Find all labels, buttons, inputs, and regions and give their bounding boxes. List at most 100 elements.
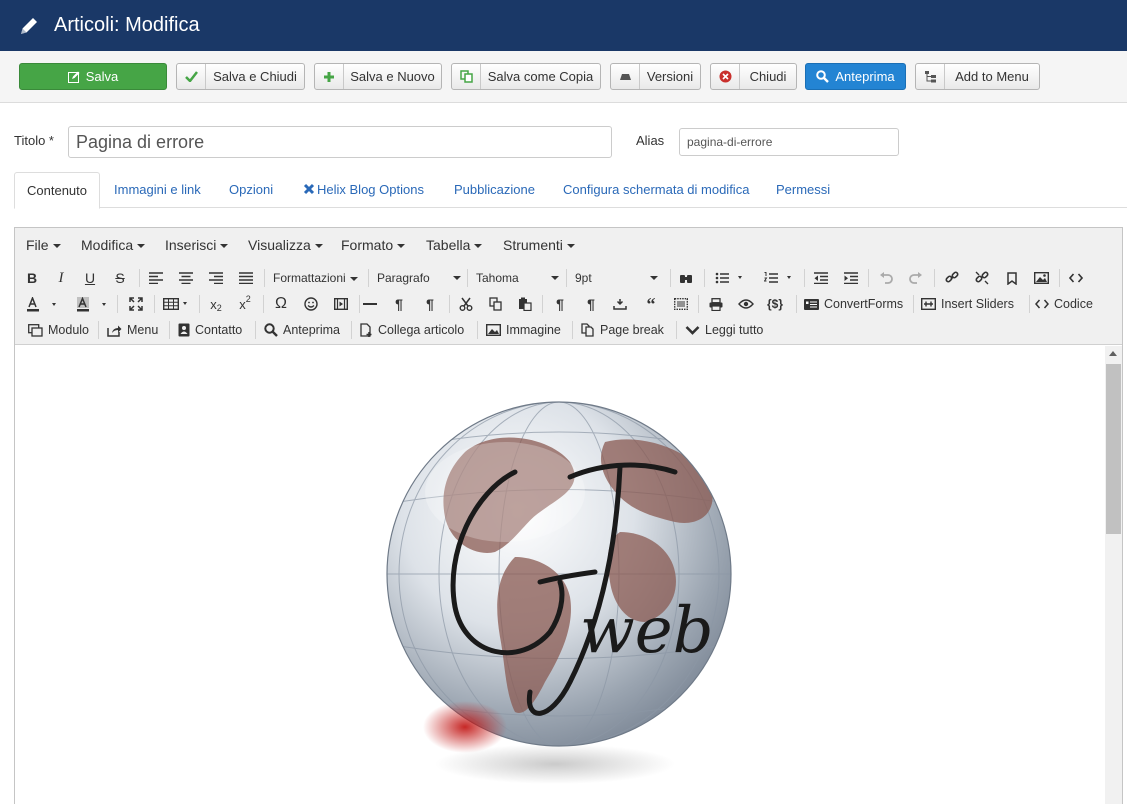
preview-content-button[interactable]: Anteprima bbox=[264, 319, 340, 341]
edit-icon bbox=[67, 71, 80, 83]
scrollbar-thumb[interactable] bbox=[1106, 364, 1121, 534]
save-button[interactable]: Salva bbox=[19, 63, 167, 90]
read-more-button[interactable]: Leggi tutto bbox=[685, 319, 763, 341]
unlink-icon[interactable] bbox=[973, 267, 991, 289]
contact-button[interactable]: Contatto bbox=[178, 319, 242, 341]
menu-view[interactable]: Visualizza bbox=[248, 228, 323, 264]
preview-button[interactable]: Anteprima bbox=[805, 63, 906, 90]
tab-options[interactable]: Opzioni bbox=[229, 172, 273, 208]
special-character-icon[interactable]: Ω bbox=[272, 293, 290, 315]
page-title: Articoli: Modifica bbox=[54, 14, 200, 36]
tab-content[interactable]: Contenuto bbox=[14, 172, 100, 209]
strikethrough-icon[interactable]: S bbox=[111, 267, 129, 289]
insert-date-icon[interactable] bbox=[611, 293, 629, 315]
bookmark-icon[interactable] bbox=[1003, 267, 1021, 289]
font-family-dropdown[interactable]: Tahoma bbox=[476, 267, 559, 289]
template-icon[interactable]: {$} bbox=[764, 293, 786, 315]
find-replace-icon[interactable] bbox=[677, 267, 695, 289]
redo-icon[interactable] bbox=[907, 267, 925, 289]
close-circle-icon bbox=[711, 64, 740, 89]
module-button[interactable]: Modulo bbox=[28, 319, 89, 341]
cut-icon[interactable] bbox=[457, 293, 475, 315]
paste-icon[interactable] bbox=[516, 293, 534, 315]
align-center-icon[interactable] bbox=[177, 267, 195, 289]
code-icon bbox=[1035, 299, 1049, 309]
add-to-menu-button[interactable]: Add to Menu bbox=[915, 63, 1040, 90]
editor-content[interactable]: web bbox=[15, 346, 1105, 804]
menu-table[interactable]: Tabella bbox=[426, 228, 483, 264]
tab-bar: Contenuto Immagini e link Opzioni Helix … bbox=[14, 172, 1127, 209]
tab-editor-config[interactable]: Configura schermata di modifica bbox=[563, 172, 749, 208]
subscript-icon[interactable]: x2 bbox=[207, 293, 225, 315]
menu-tools[interactable]: Strumenti bbox=[503, 228, 575, 264]
tab-images-links[interactable]: Immagini e link bbox=[114, 172, 201, 208]
source-code-icon[interactable] bbox=[1067, 267, 1085, 289]
outdent-icon[interactable] bbox=[812, 267, 830, 289]
save-copy-button[interactable]: Salva come Copia bbox=[451, 63, 601, 90]
caret-down-icon bbox=[397, 244, 406, 249]
close-button[interactable]: Chiudi bbox=[710, 63, 797, 90]
tab-permissions[interactable]: Permessi bbox=[776, 172, 830, 208]
undo-icon[interactable] bbox=[877, 267, 895, 289]
blockquote-icon[interactable]: “ bbox=[642, 293, 660, 315]
formats-dropdown[interactable]: Formattazioni bbox=[273, 267, 358, 289]
insert-sliders-button[interactable]: Insert Sliders bbox=[921, 293, 1014, 315]
rich-text-editor: File Modifica Inserisci Visualizza Forma… bbox=[14, 227, 1123, 804]
editor-scrollbar[interactable] bbox=[1105, 346, 1122, 804]
save-new-button[interactable]: Salva e Nuovo bbox=[314, 63, 442, 90]
align-left-icon[interactable] bbox=[147, 267, 165, 289]
menu-file[interactable]: File bbox=[26, 228, 61, 264]
image-button[interactable]: Immagine bbox=[486, 319, 561, 341]
block-format-dropdown[interactable]: Paragrafo bbox=[377, 267, 461, 289]
show-blocks-icon[interactable]: ¶ bbox=[582, 293, 600, 315]
link-icon[interactable] bbox=[943, 267, 961, 289]
menu-format[interactable]: Formato bbox=[341, 228, 406, 264]
tab-helix-blog-options[interactable]: Helix Blog Options bbox=[303, 172, 424, 208]
menu-insert[interactable]: Inserisci bbox=[165, 228, 229, 264]
caret-down-icon bbox=[551, 276, 559, 280]
visual-aid-icon[interactable] bbox=[672, 293, 690, 315]
align-justify-icon[interactable] bbox=[237, 267, 255, 289]
font-size-dropdown[interactable]: 9pt bbox=[575, 267, 658, 289]
title-field[interactable]: Pagina di errore bbox=[68, 126, 612, 158]
copy-icon bbox=[581, 323, 594, 337]
paragraph-icon[interactable]: ¶ bbox=[551, 293, 569, 315]
save-close-button[interactable]: Salva e Chiudi bbox=[176, 63, 305, 90]
emoticons-icon[interactable] bbox=[302, 293, 320, 315]
menu-button[interactable]: Menu bbox=[107, 319, 158, 341]
tab-publishing[interactable]: Pubblicazione bbox=[454, 172, 535, 208]
ltr-icon[interactable]: ¶ bbox=[390, 293, 408, 315]
numbered-list-icon[interactable] bbox=[762, 267, 796, 289]
underline-icon[interactable]: U bbox=[81, 267, 99, 289]
background-color-icon[interactable] bbox=[75, 293, 109, 315]
caret-down-icon bbox=[566, 244, 575, 249]
align-right-icon[interactable] bbox=[207, 267, 225, 289]
bold-icon[interactable]: B bbox=[23, 267, 41, 289]
title-label: Titolo * bbox=[14, 133, 54, 148]
bullet-list-icon[interactable] bbox=[713, 267, 747, 289]
horizontal-rule-icon[interactable] bbox=[361, 293, 379, 315]
image-icon[interactable] bbox=[1032, 267, 1050, 289]
rtl-icon[interactable]: ¶ bbox=[421, 293, 439, 315]
superscript-icon[interactable]: x2 bbox=[236, 293, 254, 315]
italic-icon[interactable]: I bbox=[52, 267, 70, 289]
share-icon bbox=[107, 325, 122, 337]
preview-eye-icon[interactable] bbox=[737, 293, 755, 315]
check-icon bbox=[177, 64, 206, 89]
convertforms-button[interactable]: ConvertForms bbox=[804, 293, 903, 315]
versions-button[interactable]: Versioni bbox=[610, 63, 701, 90]
indent-icon[interactable] bbox=[842, 267, 860, 289]
link-article-button[interactable]: Collega articolo bbox=[360, 319, 464, 341]
table-icon[interactable] bbox=[162, 293, 192, 315]
alias-field[interactable]: pagina-di-errore bbox=[679, 128, 899, 156]
page-break-button[interactable]: Page break bbox=[581, 319, 664, 341]
menu-edit[interactable]: Modifica bbox=[81, 228, 146, 264]
scroll-up-icon[interactable] bbox=[1109, 351, 1117, 356]
copy-icon[interactable] bbox=[487, 293, 505, 315]
text-color-icon[interactable] bbox=[25, 293, 59, 315]
media-icon[interactable] bbox=[332, 293, 350, 315]
form-icon bbox=[804, 298, 819, 310]
code-button[interactable]: Codice bbox=[1035, 293, 1093, 315]
fullscreen-icon[interactable] bbox=[127, 293, 145, 315]
print-icon[interactable] bbox=[707, 293, 725, 315]
